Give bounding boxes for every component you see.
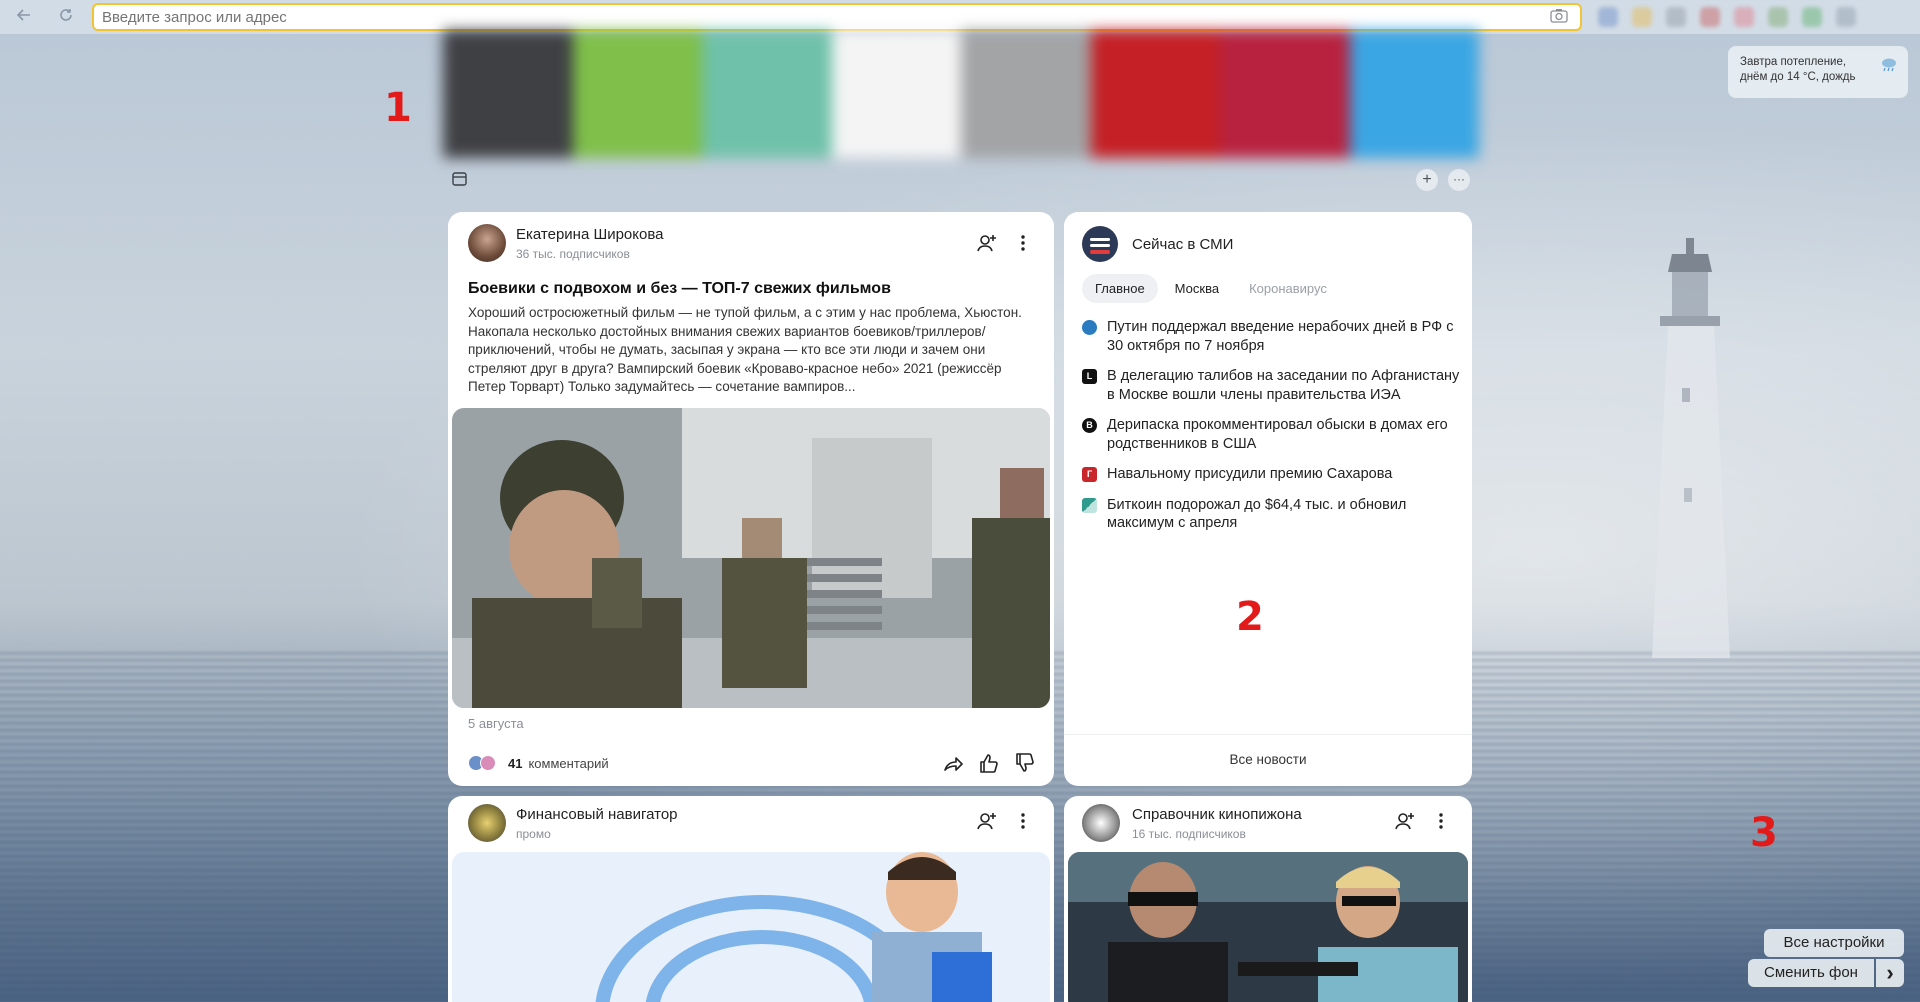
speed-dial-tile[interactable] <box>1090 30 1220 158</box>
weather-widget[interactable]: Завтра потепление, днём до 14 °C, дождь <box>1728 46 1908 98</box>
more-vertical-icon[interactable] <box>1012 232 1034 254</box>
chevron-right-icon[interactable]: › <box>1876 959 1904 987</box>
source-icon <box>1082 320 1097 335</box>
subscribe-icon[interactable] <box>976 232 998 254</box>
annotation-marker: 1 <box>384 85 412 131</box>
tab-coronavirus[interactable]: Коронавирус <box>1236 274 1340 303</box>
more-options-button[interactable]: ··· <box>1448 169 1470 191</box>
news-tabs: Главное Москва Коронавирус <box>1082 274 1340 303</box>
feed-card-post[interactable]: Справочник кинопижона 16 тыс. подписчико… <box>1064 796 1472 1002</box>
subscriber-count: 16 тыс. подписчиков <box>1132 827 1246 841</box>
speed-dial-tile[interactable] <box>831 30 961 158</box>
comments-label[interactable]: комментарий <box>528 756 608 771</box>
speed-dial-tiles <box>443 30 1479 158</box>
feed-card-post[interactable]: Финансовый навигатор промо <box>448 796 1054 1002</box>
extensions-bar <box>1598 7 1856 27</box>
news-item[interactable]: L В делегацию талибов на заседании по Аф… <box>1082 367 1462 404</box>
news-item-text[interactable]: Навальному присудили премию Сахарова <box>1107 465 1392 484</box>
feed-card-post[interactable]: Екатерина Широкова 36 тыс. подписчиков Б… <box>448 212 1054 786</box>
speed-dial-tile[interactable] <box>961 30 1091 158</box>
avatar[interactable] <box>468 224 506 262</box>
rain-cloud-icon <box>1882 58 1896 72</box>
post-image[interactable] <box>452 852 1050 1002</box>
add-tile-button[interactable]: + <box>1416 169 1438 191</box>
all-settings-button[interactable]: Все настройки <box>1764 929 1904 957</box>
subscriber-count: 36 тыс. подписчиков <box>516 247 630 261</box>
extension-icon[interactable] <box>1734 7 1754 27</box>
extension-icon[interactable] <box>1598 7 1618 27</box>
more-vertical-icon[interactable] <box>1430 810 1452 832</box>
annotation-marker: 3 <box>1750 810 1778 856</box>
source-icon <box>1082 497 1097 513</box>
extension-icon[interactable] <box>1632 7 1652 27</box>
comments-count[interactable]: 41 <box>508 756 522 771</box>
news-widget: Сейчас в СМИ Главное Москва Коронавирус … <box>1064 212 1472 786</box>
speed-dial-tile[interactable] <box>1349 30 1479 158</box>
news-item[interactable]: Биткоин подорожал до $64,4 тыс. и обнови… <box>1082 496 1462 533</box>
speed-dial-tile[interactable] <box>1220 30 1350 158</box>
like-icon[interactable] <box>978 752 1000 774</box>
extension-icon[interactable] <box>1768 7 1788 27</box>
news-item[interactable]: В Дерипаска прокомментировал обыски в до… <box>1082 416 1462 453</box>
address-input[interactable] <box>92 3 1582 31</box>
window-icon[interactable] <box>451 170 469 188</box>
author-name[interactable]: Справочник кинопижона <box>1132 806 1302 823</box>
post-image[interactable] <box>1068 852 1468 1002</box>
subscribe-icon[interactable] <box>976 810 998 832</box>
source-icon: L <box>1082 369 1097 384</box>
news-item[interactable]: Путин поддержал введение нерабочих дней … <box>1082 318 1462 355</box>
news-item[interactable]: Г Навальному присудили премию Сахарова <box>1082 465 1462 484</box>
news-item-text[interactable]: Путин поддержал введение нерабочих дней … <box>1107 318 1462 355</box>
post-date: 5 августа <box>468 716 524 731</box>
news-item-text[interactable]: Биткоин подорожал до $64,4 тыс. и обнови… <box>1107 496 1462 533</box>
promo-label: промо <box>516 827 551 841</box>
post-text[interactable]: Хороший остросюжетный фильм — не тупой ф… <box>468 304 1038 397</box>
lighthouse-image <box>1652 238 1730 658</box>
camera-search-icon[interactable] <box>1550 8 1568 24</box>
reload-icon[interactable] <box>56 7 76 27</box>
change-background-button[interactable]: Сменить фон <box>1748 959 1874 987</box>
arrow-left-icon[interactable] <box>14 7 34 27</box>
news-item-text[interactable]: Дерипаска прокомментировал обыски в дома… <box>1107 416 1462 453</box>
subscribe-icon[interactable] <box>1394 810 1416 832</box>
avatar[interactable] <box>468 804 506 842</box>
source-icon: Г <box>1082 467 1097 482</box>
speed-dial-tile[interactable] <box>443 30 573 158</box>
author-name[interactable]: Финансовый навигатор <box>516 806 678 823</box>
dislike-icon[interactable] <box>1014 752 1036 774</box>
share-icon[interactable] <box>942 752 964 774</box>
author-name[interactable]: Екатерина Широкова <box>516 226 664 243</box>
post-title[interactable]: Боевики с подвохом и без — ТОП-7 свежих … <box>468 280 891 298</box>
speed-dial-tile[interactable] <box>702 30 832 158</box>
news-item-text[interactable]: В делегацию талибов на заседании по Афга… <box>1107 367 1462 404</box>
avatar <box>480 755 496 771</box>
weather-text: Завтра потепление, днём до 14 °C, дождь <box>1740 56 1856 83</box>
post-image[interactable] <box>452 408 1050 708</box>
news-heading[interactable]: Сейчас в СМИ <box>1132 236 1233 253</box>
tab-main[interactable]: Главное <box>1082 274 1158 303</box>
speed-dial-tile[interactable] <box>572 30 702 158</box>
browser-toolbar <box>0 0 1920 34</box>
news-logo-icon <box>1082 226 1118 262</box>
annotation-marker: 2 <box>1236 594 1264 640</box>
avatar[interactable] <box>1082 804 1120 842</box>
extension-icon[interactable] <box>1836 7 1856 27</box>
extension-icon[interactable] <box>1666 7 1686 27</box>
extension-icon[interactable] <box>1700 7 1720 27</box>
more-vertical-icon[interactable] <box>1012 810 1034 832</box>
extension-icon[interactable] <box>1802 7 1822 27</box>
source-icon: В <box>1082 418 1097 433</box>
all-news-link[interactable]: Все новости <box>1064 734 1472 786</box>
news-list: Путин поддержал введение нерабочих дней … <box>1082 318 1462 545</box>
tab-moscow[interactable]: Москва <box>1162 274 1232 303</box>
comments-row[interactable]: 41 комментарий <box>468 752 609 774</box>
